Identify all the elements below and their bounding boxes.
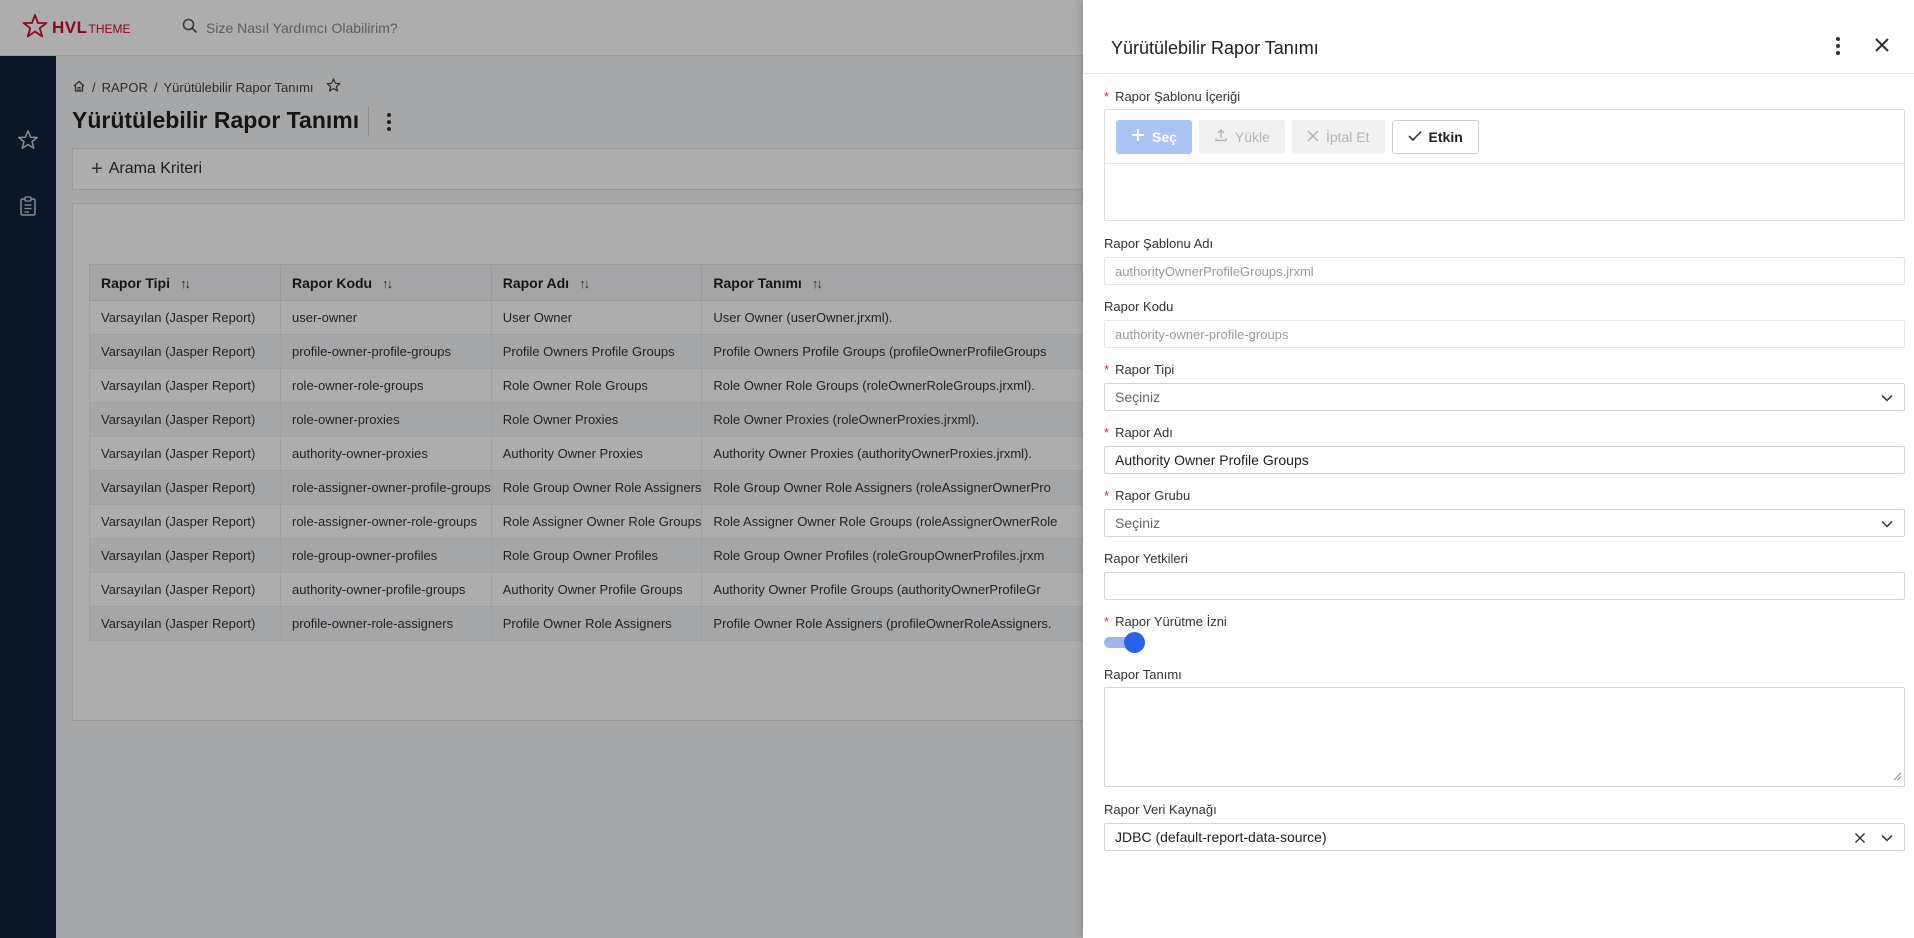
- cancel-upload-button[interactable]: İptal Et: [1291, 119, 1385, 154]
- select-file-button[interactable]: Seç: [1116, 119, 1192, 154]
- upload-toolbar: Seç Yükle İptal Et Etkin: [1105, 110, 1904, 164]
- report-group-select[interactable]: Seçiniz: [1104, 509, 1905, 537]
- report-type-select[interactable]: Seçiniz: [1104, 383, 1905, 411]
- template-name-field: authorityOwnerProfileGroups.jrxml: [1104, 257, 1905, 285]
- required-marker: *: [1104, 614, 1110, 629]
- drawer-title: Yürütülebilir Rapor Tanımı: [1111, 38, 1319, 58]
- x-icon: [1307, 129, 1319, 145]
- drawer-more-options-icon[interactable]: [1835, 36, 1841, 59]
- modal-backdrop[interactable]: [0, 0, 1083, 938]
- template-name-label: Rapor Şablonu Adı: [1104, 236, 1214, 251]
- report-type-label: * Rapor Tipi: [1104, 362, 1175, 377]
- report-group-value: Seçiniz: [1115, 515, 1161, 531]
- upload-label: Yükle: [1234, 128, 1270, 145]
- report-name-label: * Rapor Adı: [1104, 425, 1173, 440]
- upload-icon: [1214, 128, 1228, 145]
- clear-icon[interactable]: [1854, 831, 1866, 847]
- drawer-header: Yürütülebilir Rapor Tanımı: [1083, 0, 1914, 74]
- datasource-value: JDBC (default-report-data-source): [1115, 829, 1327, 845]
- plus-icon: [1131, 128, 1145, 145]
- report-group-label: * Rapor Grubu: [1104, 488, 1191, 503]
- report-code-label: Rapor Kodu: [1104, 299, 1174, 314]
- upload-button[interactable]: Yükle: [1198, 119, 1285, 154]
- template-file-upload: Seç Yükle İptal Et Etkin: [1104, 109, 1905, 221]
- cancel-upload-label: İptal Et: [1325, 128, 1370, 145]
- resize-handle-icon[interactable]: [1892, 769, 1902, 784]
- select-file-label: Seç: [1152, 128, 1177, 145]
- report-definition-drawer: Yürütülebilir Rapor Tanımı * Rapor Şablon…: [1083, 0, 1914, 938]
- active-button[interactable]: Etkin: [1391, 119, 1479, 154]
- report-permissions-input[interactable]: [1104, 572, 1905, 600]
- chevron-down-icon[interactable]: [1880, 831, 1894, 847]
- datasource-select[interactable]: JDBC (default-report-data-source): [1104, 823, 1905, 851]
- required-marker: *: [1104, 362, 1110, 377]
- required-marker: *: [1104, 488, 1110, 503]
- close-icon[interactable]: [1873, 36, 1891, 57]
- report-name-input[interactable]: Authority Owner Profile Groups: [1104, 446, 1905, 474]
- datasource-label: Rapor Veri Kaynağı: [1104, 802, 1217, 817]
- check-icon: [1407, 129, 1422, 145]
- required-marker: *: [1104, 425, 1110, 440]
- exec-permission-label: * Rapor Yürütme İzni: [1104, 614, 1227, 629]
- exec-permission-toggle[interactable]: [1104, 632, 1145, 653]
- report-type-value: Seçiniz: [1115, 389, 1161, 405]
- chevron-down-icon[interactable]: [1880, 391, 1894, 407]
- report-description-label: Rapor Tanımı: [1104, 667, 1182, 682]
- template-content-label: * Rapor Şablonu İçeriği: [1104, 89, 1241, 104]
- report-code-field: authority-owner-profile-groups: [1104, 320, 1905, 348]
- report-description-textarea[interactable]: [1104, 687, 1905, 787]
- report-permissions-label: Rapor Yetkileri: [1104, 551, 1188, 566]
- toggle-knob: [1124, 632, 1145, 653]
- active-label: Etkin: [1428, 128, 1463, 145]
- chevron-down-icon[interactable]: [1880, 517, 1894, 533]
- required-marker: *: [1104, 89, 1110, 104]
